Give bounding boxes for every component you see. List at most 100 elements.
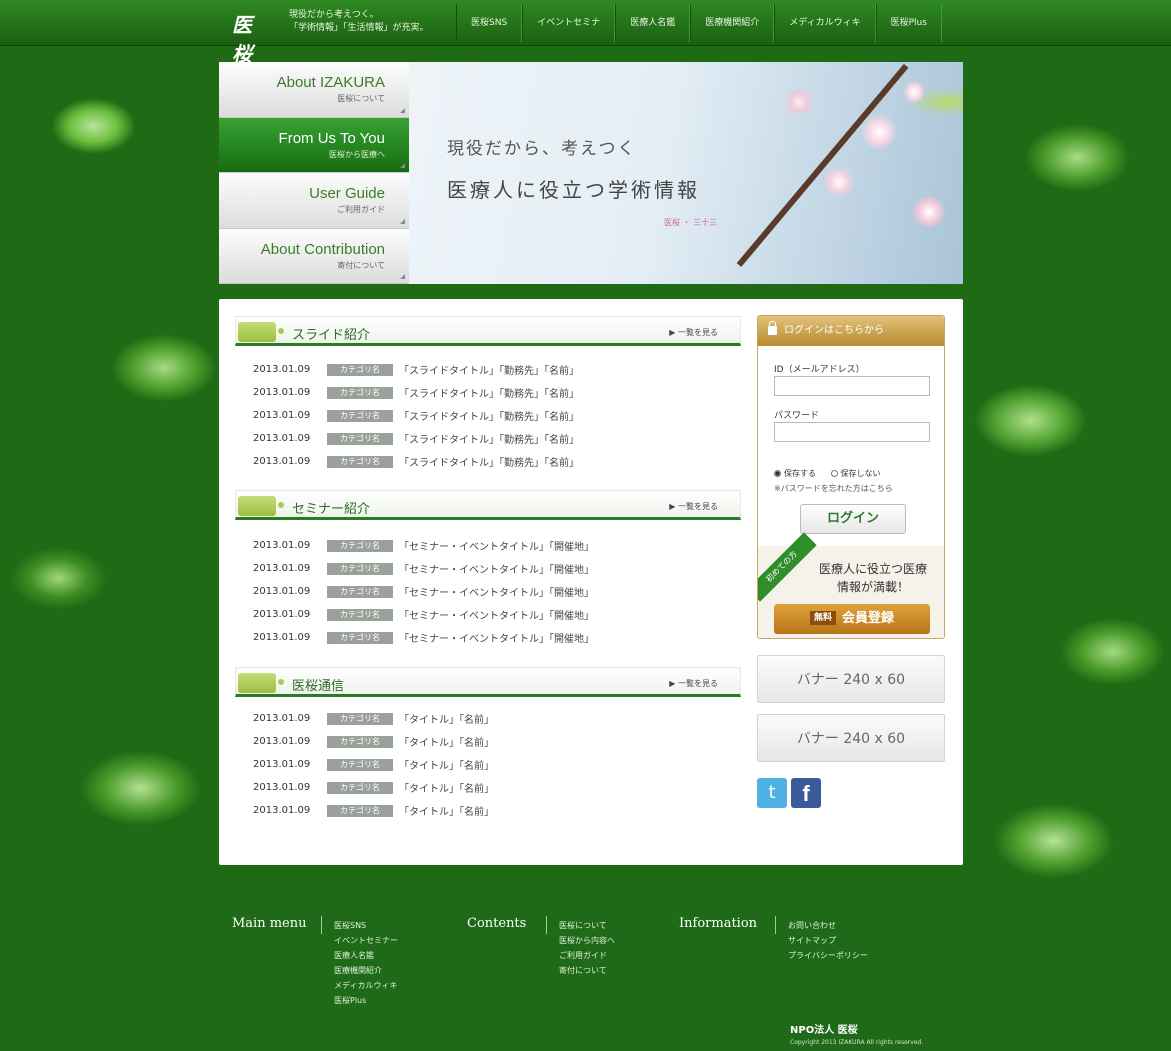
view-all-link[interactable]: ▶ 一覧を見る xyxy=(669,678,718,689)
item-title[interactable]: 「タイトル」「名前」 xyxy=(399,711,494,726)
side-nav-label: About IZAKURA xyxy=(276,74,385,91)
list-item[interactable]: 2013.01.09 カテゴリ名 「セミナー・イベントタイトル」「開催地」 xyxy=(253,603,741,626)
top-bar: 医桜 現役だから考えつく。 「学術情報」「生活情報」が充実。 医桜SNS イベン… xyxy=(0,0,1171,66)
list-item[interactable]: 2013.01.09 カテゴリ名 「セミナー・イベントタイトル」「開催地」 xyxy=(253,534,741,557)
footer-link[interactable]: 医桜SNS xyxy=(334,918,398,933)
nav-item-plus[interactable]: 医桜Plus xyxy=(875,4,942,42)
item-date: 2013.01.09 xyxy=(253,410,311,421)
side-nav-contribution[interactable]: About Contribution 寄付について xyxy=(219,228,409,284)
radio-unchecked-icon xyxy=(830,470,838,477)
register-button[interactable]: 無料 会員登録 xyxy=(774,604,930,634)
item-title[interactable]: 「スライドタイトル」「勤務先」「名前」 xyxy=(399,454,579,469)
password-field[interactable] xyxy=(774,422,930,442)
item-title[interactable]: 「セミナー・イベントタイトル」「開催地」 xyxy=(399,630,594,645)
list-item[interactable]: 2013.01.09 カテゴリ名 「セミナー・イベントタイトル」「開催地」 xyxy=(253,557,741,580)
category-badge: カテゴリ名 xyxy=(327,386,393,399)
forgot-password-link[interactable]: ※パスワードを忘れた方はこちら xyxy=(774,483,893,494)
list-item[interactable]: 2013.01.09 カテゴリ名 「セミナー・イベントタイトル」「開催地」 xyxy=(253,626,741,649)
twitter-icon[interactable]: t xyxy=(757,778,787,808)
item-date: 2013.01.09 xyxy=(253,782,311,793)
footer-links: お問い合わせ サイトマップ プライバシーポリシー xyxy=(788,918,868,963)
footer-link[interactable]: ご利用ガイド xyxy=(559,948,615,963)
footer-link[interactable]: サイトマップ xyxy=(788,933,868,948)
list-item[interactable]: 2013.01.09 カテゴリ名 「タイトル」「名前」 xyxy=(253,707,741,730)
tagline: 現役だから考えつく。 「学術情報」「生活情報」が充実。 xyxy=(289,9,429,35)
site-logo[interactable]: 医桜 xyxy=(232,9,268,66)
list-item[interactable]: 2013.01.09 カテゴリ名 「タイトル」「名前」 xyxy=(253,776,741,799)
item-title[interactable]: 「スライドタイトル」「勤務先」「名前」 xyxy=(399,431,579,446)
footer-links: 医桜SNS イベントセミナー 医療人名鑑 医療機関紹介 メディカルウィキ 医桜P… xyxy=(334,918,398,1008)
side-nav-sublabel: 寄付について xyxy=(337,260,385,270)
category-badge: カテゴリ名 xyxy=(327,758,393,771)
item-title[interactable]: 「タイトル」「名前」 xyxy=(399,803,494,818)
item-title[interactable]: 「スライドタイトル」「勤務先」「名前」 xyxy=(399,385,579,400)
footer-divider xyxy=(321,916,322,934)
banner-ad[interactable]: バナー 240 x 60 xyxy=(757,655,945,703)
item-date: 2013.01.09 xyxy=(253,586,311,597)
nav-item-event-seminar[interactable]: イベントセミナ xyxy=(522,4,616,42)
item-title[interactable]: 「スライドタイトル」「勤務先」「名前」 xyxy=(399,408,579,423)
footer-link[interactable]: 医療機関紹介 xyxy=(334,963,398,978)
list-item[interactable]: 2013.01.09 カテゴリ名 「スライドタイトル」「勤務先」「名前」 xyxy=(253,427,741,450)
footer-link[interactable]: 医桜から内容へ xyxy=(559,933,615,948)
item-title[interactable]: 「セミナー・イベントタイトル」「開催地」 xyxy=(399,538,594,553)
radio-label: 保存しない xyxy=(840,469,881,478)
save-no-radio[interactable]: 保存しない xyxy=(830,468,881,479)
item-title[interactable]: 「スライドタイトル」「勤務先」「名前」 xyxy=(399,362,579,377)
list-item[interactable]: 2013.01.09 カテゴリ名 「タイトル」「名前」 xyxy=(253,730,741,753)
login-button[interactable]: ログイン xyxy=(800,504,906,534)
view-all-link[interactable]: ▶ 一覧を見る xyxy=(669,501,718,512)
item-title[interactable]: 「セミナー・イベントタイトル」「開催地」 xyxy=(399,561,594,576)
facebook-icon[interactable]: f xyxy=(791,778,821,808)
footer-link[interactable]: 医療人名鑑 xyxy=(334,948,398,963)
side-nav-user-guide[interactable]: User Guide ご利用ガイド xyxy=(219,173,409,229)
section-header: スライド紹介 ▶ 一覧を見る xyxy=(235,316,741,346)
section-title: スライド紹介 xyxy=(292,328,371,343)
item-title[interactable]: 「タイトル」「名前」 xyxy=(399,757,494,772)
tagline-line: 「学術情報」「生活情報」が充実。 xyxy=(289,23,429,33)
hero-signature: 医桜 ・ 三十三 xyxy=(664,218,718,227)
side-nav-label: From Us To You xyxy=(278,129,385,147)
list-item[interactable]: 2013.01.09 カテゴリ名 「タイトル」「名前」 xyxy=(253,799,741,822)
list-item[interactable]: 2013.01.09 カテゴリ名 「スライドタイトル」「勤務先」「名前」 xyxy=(253,450,741,473)
list-item[interactable]: 2013.01.09 カテゴリ名 「スライドタイトル」「勤務先」「名前」 xyxy=(253,358,741,381)
nav-item-medical-wiki[interactable]: メディカルウィキ xyxy=(774,4,876,42)
save-yes-radio[interactable]: 保存する xyxy=(774,468,816,479)
footer-link[interactable]: 寄付について xyxy=(559,963,615,978)
nav-item-sns[interactable]: 医桜SNS xyxy=(456,4,523,42)
side-nav-about[interactable]: About IZAKURA 医桜について xyxy=(219,62,409,118)
list-item[interactable]: 2013.01.09 カテゴリ名 「タイトル」「名前」 xyxy=(253,753,741,776)
global-nav: 医桜SNS イベントセミナ 医療人名鑑 医療機関紹介 メディカルウィキ 医桜Pl… xyxy=(456,4,942,42)
section-header: 医桜通信 ▶ 一覧を見る xyxy=(235,667,741,697)
item-title[interactable]: 「セミナー・イベントタイトル」「開催地」 xyxy=(399,584,594,599)
item-date: 2013.01.09 xyxy=(253,736,311,747)
item-title[interactable]: 「タイトル」「名前」 xyxy=(399,780,494,795)
footer-heading: Information xyxy=(679,916,758,931)
footer-link[interactable]: イベントセミナー xyxy=(334,933,398,948)
list-item[interactable]: 2013.01.09 カテゴリ名 「スライドタイトル」「勤務先」「名前」 xyxy=(253,381,741,404)
view-all-link[interactable]: ▶ 一覧を見る xyxy=(669,327,718,338)
list-item[interactable]: 2013.01.09 カテゴリ名 「スライドタイトル」「勤務先」「名前」 xyxy=(253,404,741,427)
item-date: 2013.01.09 xyxy=(253,563,311,574)
nav-item-facilities[interactable]: 医療機関紹介 xyxy=(690,4,775,42)
hero-headline: 現役だから、考えつく xyxy=(447,139,637,159)
corner-arrow-icon xyxy=(400,218,405,224)
list-item[interactable]: 2013.01.09 カテゴリ名 「セミナー・イベントタイトル」「開催地」 xyxy=(253,580,741,603)
footer-link[interactable]: プライバシーポリシー xyxy=(788,948,868,963)
nav-item-directory[interactable]: 医療人名鑑 xyxy=(615,4,691,42)
footer-link[interactable]: メディカルウィキ xyxy=(334,978,398,993)
social-links: t f xyxy=(757,778,821,808)
side-nav-from-us[interactable]: From Us To You 医桜から医療へ xyxy=(219,117,409,173)
radio-label: 保存する xyxy=(784,469,816,478)
first-time-ribbon: 初めての方 xyxy=(758,532,817,602)
item-title[interactable]: 「タイトル」「名前」 xyxy=(399,734,494,749)
item-title[interactable]: 「セミナー・イベントタイトル」「開催地」 xyxy=(399,607,594,622)
footer-link[interactable]: お問い合わせ xyxy=(788,918,868,933)
side-nav-sublabel: 医桜から医療へ xyxy=(329,149,385,159)
sakura-badge-icon xyxy=(238,322,284,342)
hero-side-nav: About IZAKURA 医桜について From Us To You 医桜から… xyxy=(219,62,409,284)
footer-link[interactable]: 医桜について xyxy=(559,918,615,933)
email-field[interactable] xyxy=(774,376,930,396)
banner-ad[interactable]: バナー 240 x 60 xyxy=(757,714,945,762)
footer-link[interactable]: 医桜Plus xyxy=(334,993,398,1008)
